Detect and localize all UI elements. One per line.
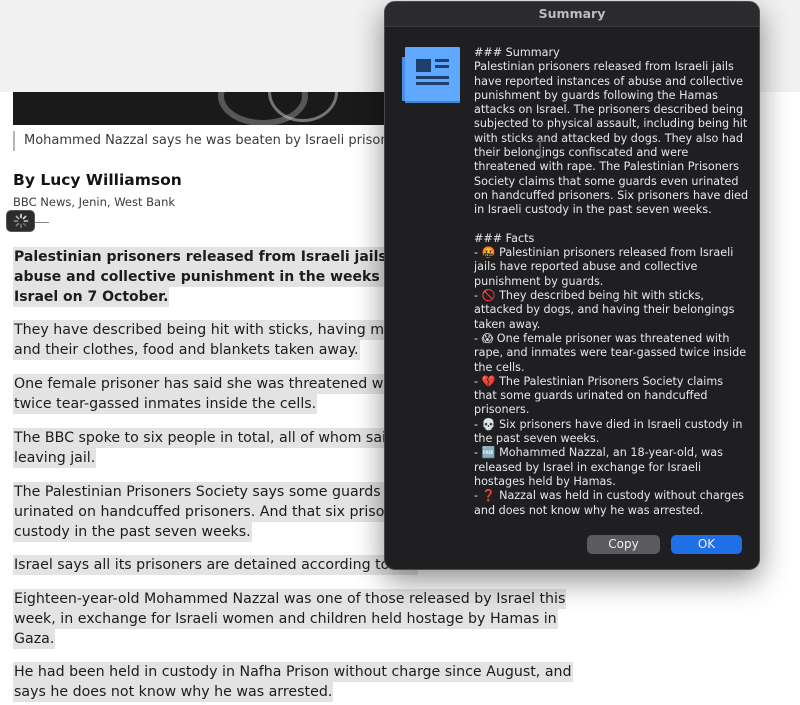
summary-line: Society claims that some guards even uri… xyxy=(474,174,739,188)
summary-line: taken away. xyxy=(474,317,541,331)
article-paragraph: Israel says all its prisoners are detain… xyxy=(13,555,419,575)
spinner-icon xyxy=(13,213,28,229)
summary-line: Palestinian prisoners released from Isra… xyxy=(474,60,734,74)
summary-dialog: Summary ### Summary Palestinian prisoners… xyxy=(384,1,760,570)
copy-button[interactable]: Copy xyxy=(587,535,660,554)
summary-line: - 💔 The Palestinian Prisoners Society cl… xyxy=(474,374,724,388)
ok-button[interactable]: OK xyxy=(671,535,742,554)
summary-line: - ❓ Nazzal was held in custody without c… xyxy=(474,489,744,503)
summary-heading: ### Summary xyxy=(474,46,560,59)
summary-line: - 🚫 They described being hit with sticks… xyxy=(474,289,704,303)
summary-line: the cells. xyxy=(474,360,525,374)
author-location: BBC News, Jenin, West Bank xyxy=(13,195,176,209)
summary-text-content: ### Summary Palestinian prisoners release… xyxy=(474,46,754,518)
summary-line: - 💀 Six prisoners have died in Israeli c… xyxy=(474,417,743,431)
summary-line: jails have reported abuse and collective xyxy=(474,260,698,274)
summary-line: punishment by guards following the Hamas xyxy=(474,88,718,102)
summary-line: prisoners. xyxy=(474,403,530,417)
dialog-title: Summary xyxy=(385,2,759,27)
article-paragraph: He had been held in custody in Nafha Pri… xyxy=(13,662,573,702)
article-paragraph: The Palestinian Prisoners Society says s… xyxy=(13,482,423,542)
summary-spacer xyxy=(474,218,754,232)
article-paragraph: One female prisoner has said she was thr… xyxy=(13,374,422,414)
summary-line: the past seven weeks. xyxy=(474,432,600,446)
summary-line: punishment by guards. xyxy=(474,274,604,288)
loading-spinner-button[interactable] xyxy=(6,210,35,232)
article-paragraph: Eighteen-year-old Mohammed Nazzal was on… xyxy=(13,589,567,649)
summary-line: hostages held by Hamas. xyxy=(474,474,616,488)
summary-line: with sticks and attacked by dogs. They a… xyxy=(474,131,743,145)
article-paragraph: They have described being hit with stick… xyxy=(13,320,422,360)
image-caption: Mohammed Nazzal says he was beaten by Is… xyxy=(13,131,437,151)
summary-line: - 🆓 Mohammed Nazzal, an 18-year-old, was xyxy=(474,446,723,460)
summary-line: on handcuffed prisoners. Six prisoners h… xyxy=(474,188,749,202)
document-icon xyxy=(402,47,460,103)
summary-line: that some guards urinated on handcuffed xyxy=(474,389,708,403)
text-cursor-icon xyxy=(536,140,544,158)
summary-line: threatened with rape. The Palestinian Pr… xyxy=(474,160,740,174)
summary-line: attacked by dogs, and having their belon… xyxy=(474,303,735,317)
summary-line: attacks on Israel. The prisoners describ… xyxy=(474,103,744,117)
summary-line: - 🤬 Palestinian prisoners released from … xyxy=(474,246,734,260)
author-byline: By Lucy Williamson xyxy=(13,171,182,189)
divider xyxy=(35,222,49,223)
summary-line: and does not know why he was arrested. xyxy=(474,503,704,517)
summary-line: - 😱 One female prisoner was threatened w… xyxy=(474,331,730,345)
summary-heading: ### Facts xyxy=(474,231,535,245)
article-hero-image xyxy=(13,92,413,125)
summary-line: released by Israel in exchange for Israe… xyxy=(474,460,702,474)
summary-line: subjected to physical assault, including… xyxy=(474,117,748,131)
summary-line: their belongings confiscated and were xyxy=(474,146,689,160)
article-paragraph: The BBC spoke to six people in total, al… xyxy=(13,428,416,468)
summary-line: have reported instances of abuse and col… xyxy=(474,74,743,88)
summary-line: in Israeli custody in the past seven wee… xyxy=(474,203,712,217)
summary-line: rape, and inmates were tear-gassed twice… xyxy=(474,346,747,360)
